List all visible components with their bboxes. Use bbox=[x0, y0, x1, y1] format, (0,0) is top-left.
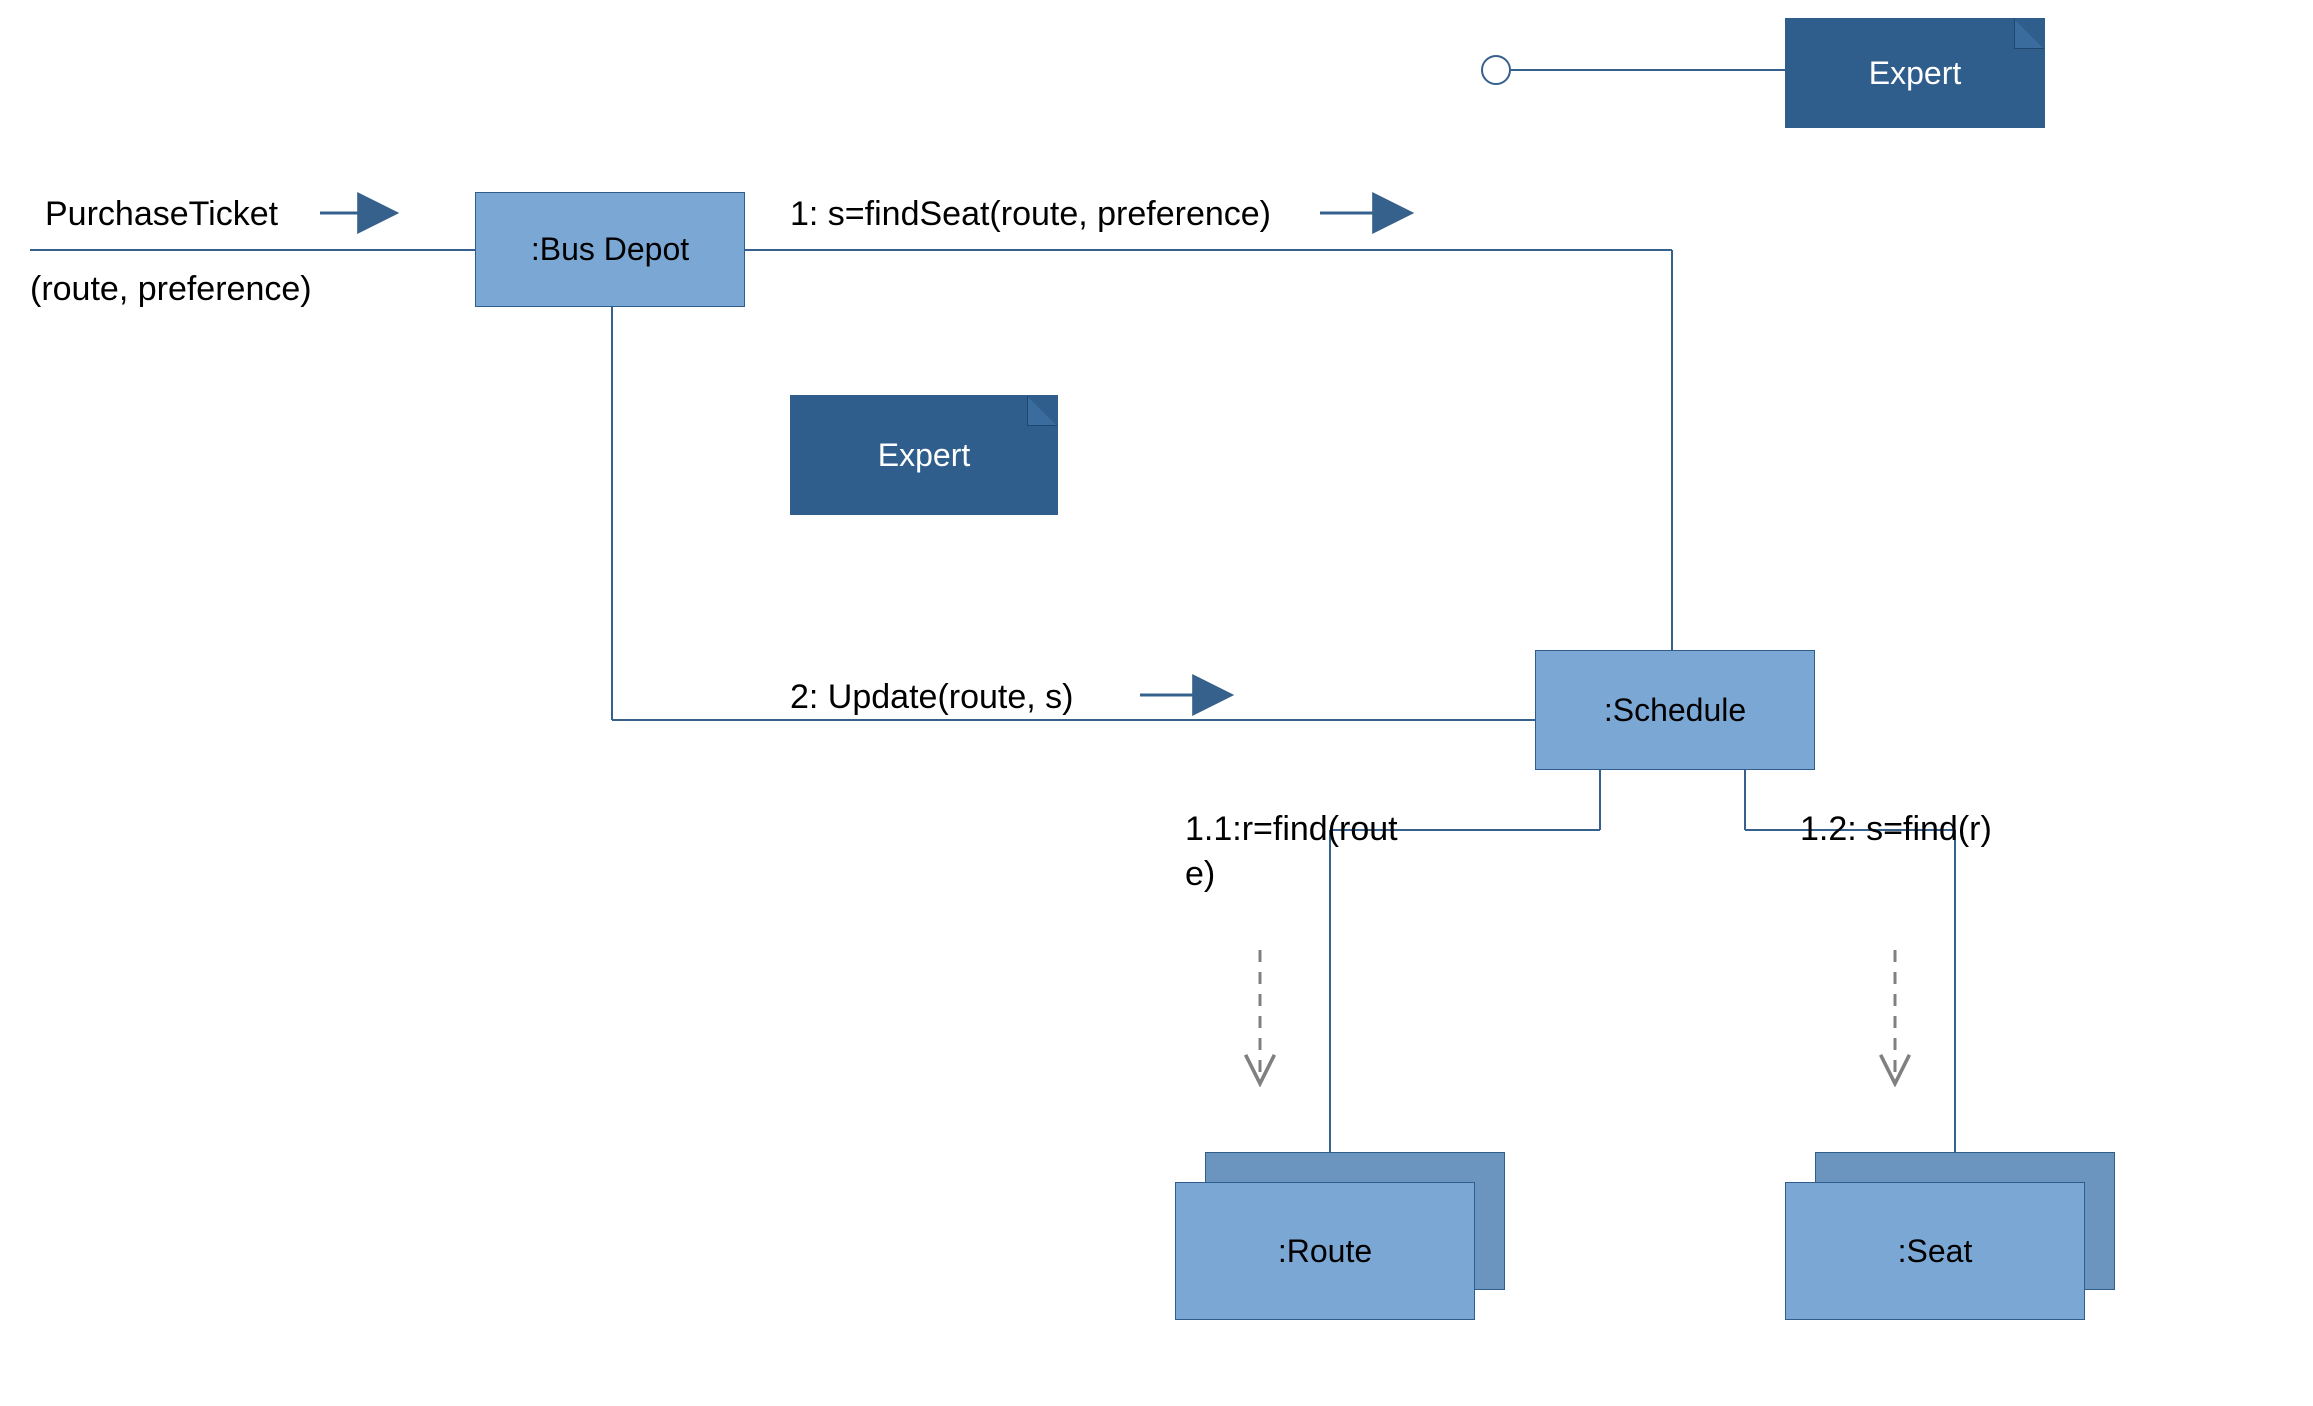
diagram-canvas: Expert Expert :Bus Depot :Schedule :Rout… bbox=[0, 0, 2313, 1406]
object-schedule[interactable]: :Schedule bbox=[1535, 650, 1815, 770]
object-label: :Bus Depot bbox=[531, 231, 689, 268]
note-expert-top: Expert bbox=[1785, 18, 2045, 128]
msg-purchase-bottom: (route, preference) bbox=[30, 270, 312, 309]
object-route[interactable]: :Route bbox=[1175, 1182, 1475, 1320]
msg-1-1-line2: e) bbox=[1185, 855, 1215, 894]
msg-purchase-top: PurchaseTicket bbox=[45, 195, 278, 234]
object-label: :Route bbox=[1278, 1233, 1372, 1270]
note-label: Expert bbox=[1869, 55, 1961, 92]
object-bus-depot[interactable]: :Bus Depot bbox=[475, 192, 745, 307]
object-label: :Schedule bbox=[1604, 692, 1746, 729]
msg-1-1-line1: 1.1:r=find(rout bbox=[1185, 810, 1398, 849]
note-expert-mid: Expert bbox=[790, 395, 1058, 515]
msg-1: 1: s=findSeat(route, preference) bbox=[790, 195, 1271, 234]
object-seat[interactable]: :Seat bbox=[1785, 1182, 2085, 1320]
note-label: Expert bbox=[878, 437, 970, 474]
note-fold-icon bbox=[2014, 19, 2044, 49]
msg-2: 2: Update(route, s) bbox=[790, 678, 1073, 717]
msg-1-2: 1.2: s=find(r) bbox=[1800, 810, 1992, 849]
object-label: :Seat bbox=[1898, 1233, 1973, 1270]
note-fold-icon bbox=[1027, 396, 1057, 426]
